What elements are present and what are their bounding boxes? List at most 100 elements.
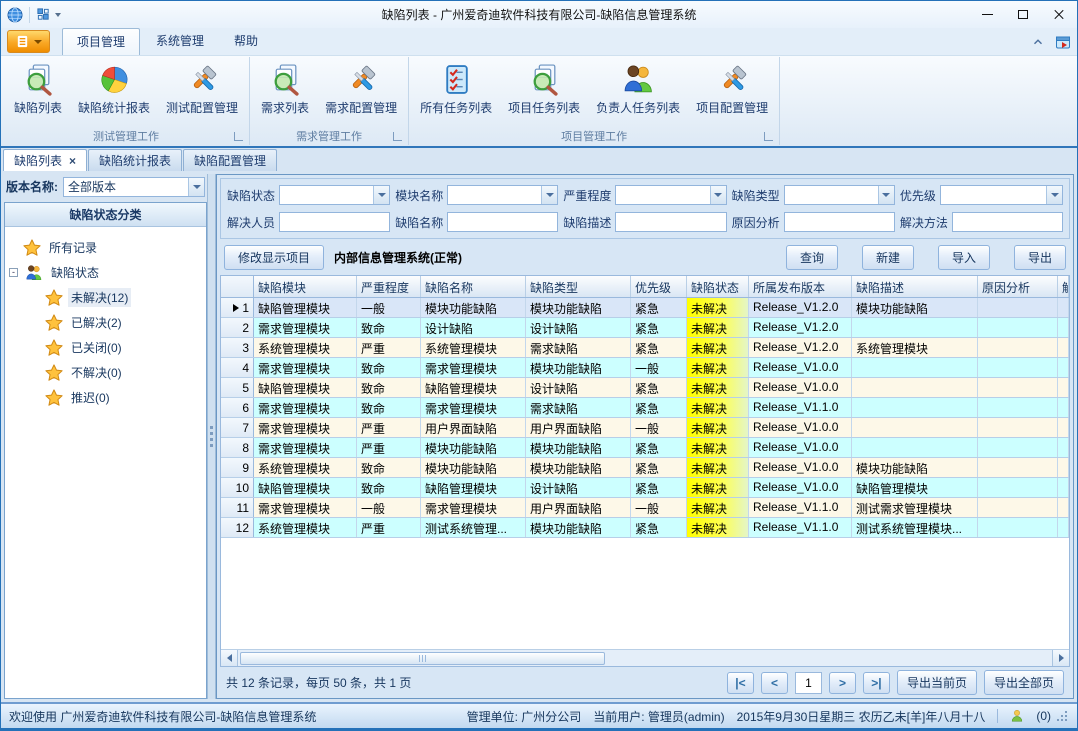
close-tab-icon[interactable]: ×	[69, 155, 76, 167]
tree-item-closed[interactable]: 已关闭(0)	[9, 335, 202, 360]
resize-grip[interactable]	[1065, 719, 1067, 721]
table-cell	[1058, 458, 1069, 477]
table-row[interactable]: 5缺陷管理模块致命缺陷管理模块设计缺陷紧急未解决Release_V1.0.0	[221, 378, 1069, 398]
all-tasks-button[interactable]: 所有任务列表	[413, 59, 499, 120]
help-icon[interactable]	[1055, 34, 1071, 50]
table-row[interactable]: 8需求管理模块严重模块功能缺陷模块功能缺陷紧急未解决Release_V1.0.0	[221, 438, 1069, 458]
table-cell: 未解决	[687, 498, 749, 517]
maximize-button[interactable]	[1005, 2, 1041, 28]
requirement-config-button[interactable]: 需求配置管理	[318, 59, 404, 120]
table-row[interactable]: 11需求管理模块一般需求管理模块用户界面缺陷一般未解决Release_V1.1.…	[221, 498, 1069, 518]
tree-item-resolved[interactable]: 已解决(2)	[9, 310, 202, 335]
dropdown-button[interactable]	[188, 178, 204, 196]
last-page-button[interactable]: >|	[863, 672, 890, 694]
chevron-down-icon[interactable]	[55, 13, 61, 17]
export-all-pages-button[interactable]: 导出全部页	[984, 670, 1064, 695]
filter-resolver[interactable]	[279, 212, 390, 232]
column-header-2[interactable]: 严重程度	[357, 276, 421, 297]
column-header-3[interactable]: 缺陷名称	[421, 276, 526, 297]
table-row[interactable]: 7需求管理模块严重用户界面缺陷用户界面缺陷一般未解决Release_V1.0.0	[221, 418, 1069, 438]
table-row[interactable]: 1缺陷管理模块一般模块功能缺陷模块功能缺陷紧急未解决Release_V1.2.0…	[221, 298, 1069, 318]
new-button[interactable]: 新建	[862, 245, 914, 270]
filter-severity[interactable]	[615, 185, 726, 205]
project-tasks-button[interactable]: 项目任务列表	[501, 59, 587, 120]
column-header-4[interactable]: 缺陷类型	[526, 276, 631, 297]
modify-display-items-button[interactable]: 修改显示项目	[224, 245, 324, 270]
dropdown-button[interactable]	[373, 186, 389, 204]
sidebar-splitter[interactable]	[207, 174, 216, 699]
table-row[interactable]: 10缺陷管理模块致命缺陷管理模块设计缺陷紧急未解决Release_V1.0.0缺…	[221, 478, 1069, 498]
dropdown-button[interactable]	[541, 186, 557, 204]
table-row[interactable]: 4需求管理模块致命需求管理模块模块功能缺陷一般未解决Release_V1.0.0	[221, 358, 1069, 378]
filter-solution[interactable]	[952, 212, 1063, 232]
defect-stats-report-button[interactable]: 缺陷统计报表	[71, 59, 157, 120]
table-cell: 紧急	[631, 518, 687, 537]
filter-defect-name[interactable]	[447, 212, 558, 232]
filter-cause-analysis[interactable]	[784, 212, 895, 232]
tree-item-unresolved[interactable]: 未解决(12)	[9, 285, 202, 310]
column-header-1[interactable]: 缺陷模块	[254, 276, 357, 297]
table-row[interactable]: 2需求管理模块致命设计缺陷设计缺陷紧急未解决Release_V1.2.0	[221, 318, 1069, 338]
dropdown-button[interactable]	[710, 186, 726, 204]
quick-access-icon[interactable]	[36, 7, 51, 22]
next-page-button[interactable]: >	[829, 672, 856, 694]
minimize-button[interactable]	[969, 2, 1005, 28]
table-cell	[852, 398, 978, 417]
filter-defect-status[interactable]	[279, 185, 390, 205]
close-button[interactable]	[1041, 2, 1077, 28]
filter-module-name[interactable]	[447, 185, 558, 205]
dialog-launcher-icon[interactable]	[393, 132, 402, 141]
scroll-left-button[interactable]	[221, 650, 238, 666]
dialog-launcher-icon[interactable]	[764, 132, 773, 141]
horizontal-scrollbar[interactable]	[221, 649, 1069, 666]
table-header-row: 缺陷模块严重程度缺陷名称缺陷类型优先级缺陷状态所属发布版本缺陷描述原因分析解决方…	[221, 276, 1069, 298]
tree-item-postponed[interactable]: 推迟(0)	[9, 385, 202, 410]
doc-tab-defect-list[interactable]: 缺陷列表×	[3, 149, 87, 171]
test-config-button[interactable]: 测试配置管理	[159, 59, 245, 120]
tree-item-all-records[interactable]: 所有记录	[9, 235, 202, 260]
filter-defect-description[interactable]	[615, 212, 726, 232]
import-button[interactable]: 导入	[938, 245, 990, 270]
column-header-10[interactable]: 解决方法	[1058, 276, 1069, 297]
defect-list-button[interactable]: 缺陷列表	[7, 59, 69, 120]
first-page-button[interactable]: |<	[727, 672, 754, 694]
query-button[interactable]: 查询	[786, 245, 838, 270]
table-row[interactable]: 9系统管理模块致命模块功能缺陷模块功能缺陷紧急未解决Release_V1.0.0…	[221, 458, 1069, 478]
column-header-7[interactable]: 所属发布版本	[749, 276, 852, 297]
filter-priority[interactable]	[940, 185, 1063, 205]
table-row[interactable]: 6需求管理模块致命需求管理模块需求缺陷紧急未解决Release_V1.1.0	[221, 398, 1069, 418]
column-header-8[interactable]: 缺陷描述	[852, 276, 978, 297]
doc-tab-defect-config[interactable]: 缺陷配置管理	[183, 149, 277, 171]
table-cell: 未解决	[687, 378, 749, 397]
dialog-launcher-icon[interactable]	[234, 132, 243, 141]
table-row[interactable]: 12系统管理模块严重测试系统管理...模块功能缺陷紧急未解决Release_V1…	[221, 518, 1069, 538]
scrollbar-thumb[interactable]	[240, 652, 605, 665]
owner-tasks-button[interactable]: 负责人任务列表	[589, 59, 687, 120]
requirement-list-button[interactable]: 需求列表	[254, 59, 316, 120]
minimize-ribbon-icon[interactable]	[1031, 35, 1045, 49]
tree-item-defect-status[interactable]: -缺陷状态	[9, 260, 202, 285]
online-user-icon[interactable]	[1010, 709, 1024, 723]
column-header-9[interactable]: 原因分析	[978, 276, 1058, 297]
ribbon-tab-project-management[interactable]: 项目管理	[62, 28, 140, 55]
filter-defect-type[interactable]	[784, 185, 895, 205]
expander-icon[interactable]: -	[9, 268, 18, 277]
application-menu-button[interactable]	[7, 30, 50, 53]
doc-tab-defect-stats-report[interactable]: 缺陷统计报表	[88, 149, 182, 171]
version-combobox[interactable]: 全部版本	[63, 177, 205, 197]
ribbon-tab-system-management[interactable]: 系统管理	[142, 28, 218, 55]
export-current-page-button[interactable]: 导出当前页	[897, 670, 977, 695]
prev-page-button[interactable]: <	[761, 672, 788, 694]
table-row[interactable]: 3系统管理模块严重系统管理模块需求缺陷紧急未解决Release_V1.2.0系统…	[221, 338, 1069, 358]
page-number-input[interactable]	[795, 672, 822, 694]
project-config-button[interactable]: 项目配置管理	[689, 59, 775, 120]
scroll-right-button[interactable]	[1052, 650, 1069, 666]
table-cell: 测试系统管理模块...	[852, 518, 978, 537]
export-button[interactable]: 导出	[1014, 245, 1066, 270]
column-header-5[interactable]: 优先级	[631, 276, 687, 297]
dropdown-button[interactable]	[1046, 186, 1062, 204]
dropdown-button[interactable]	[878, 186, 894, 204]
ribbon-tab-help[interactable]: 帮助	[220, 28, 272, 55]
column-header-6[interactable]: 缺陷状态	[687, 276, 749, 297]
tree-item-wont-fix[interactable]: 不解决(0)	[9, 360, 202, 385]
